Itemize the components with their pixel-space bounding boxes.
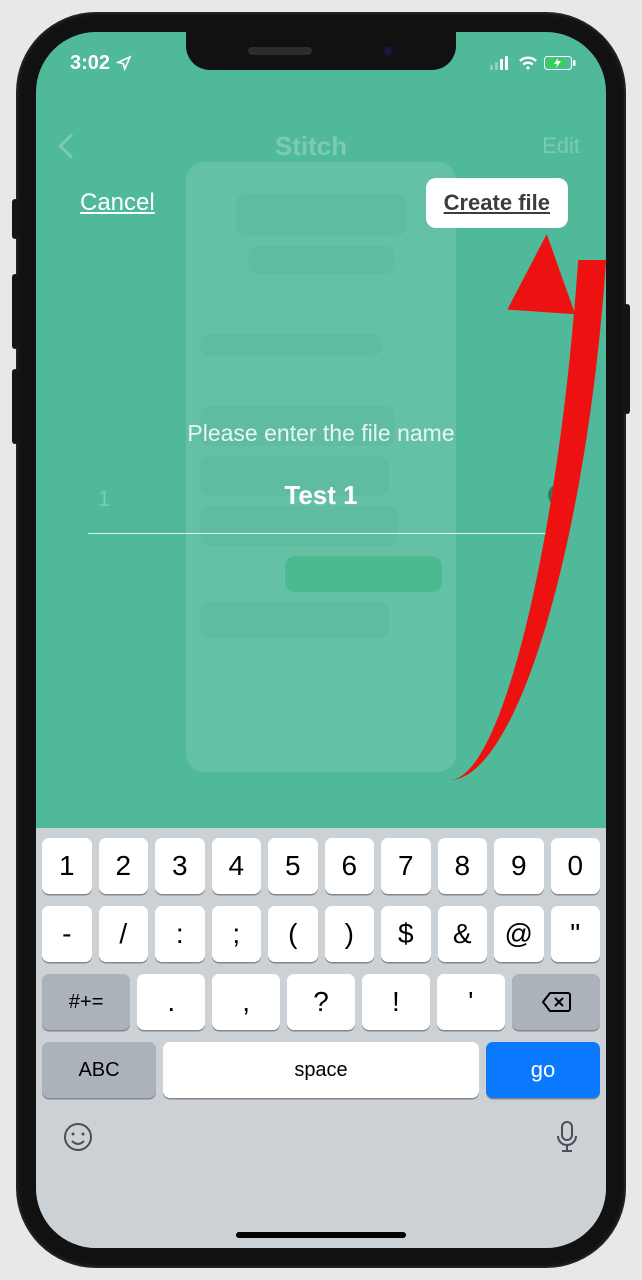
close-icon: ✕: [553, 488, 565, 502]
emoji-icon: [62, 1121, 94, 1153]
key-5[interactable]: 5: [268, 838, 318, 894]
key-dash[interactable]: -: [42, 906, 92, 962]
volume-down-button: [12, 369, 18, 444]
background-title: Stitch: [275, 131, 347, 162]
keyboard-row-3: #+= . , ? ! ': [42, 974, 600, 1030]
phone-frame: 3:02 Stitch Edit: [18, 14, 624, 1266]
keyboard-bottom-bar: [42, 1110, 600, 1157]
key-rparen[interactable]: ): [325, 906, 375, 962]
key-semicolon[interactable]: ;: [212, 906, 262, 962]
emoji-button[interactable]: [62, 1121, 94, 1156]
volume-up-button: [12, 274, 18, 349]
key-0[interactable]: 0: [551, 838, 601, 894]
key-7[interactable]: 7: [381, 838, 431, 894]
cellular-signal-icon: [490, 56, 512, 70]
back-chevron-icon: [58, 133, 83, 158]
key-6[interactable]: 6: [325, 838, 375, 894]
annotation-arrow-head: [507, 232, 580, 315]
key-colon[interactable]: :: [155, 906, 205, 962]
speaker-grill: [248, 47, 312, 55]
key-exclaim[interactable]: !: [362, 974, 430, 1030]
background-edit: Edit: [542, 133, 580, 159]
key-amp[interactable]: &: [438, 906, 488, 962]
mute-switch: [12, 199, 18, 239]
key-dollar[interactable]: $: [381, 906, 431, 962]
modal-top-bar: Cancel Create file: [36, 178, 606, 228]
wifi-icon: [518, 56, 538, 70]
key-apostrophe[interactable]: ': [437, 974, 505, 1030]
keyboard: 1 2 3 4 5 6 7 8 9 0 - / : ; ( ) $ & @: [36, 828, 606, 1248]
power-button: [624, 304, 630, 414]
dictation-button[interactable]: [554, 1120, 580, 1157]
keyboard-row-4: ABC space go: [42, 1042, 600, 1098]
background-nav: Stitch Edit: [36, 116, 606, 176]
key-2[interactable]: 2: [99, 838, 149, 894]
key-8[interactable]: 8: [438, 838, 488, 894]
location-arrow-icon: [116, 55, 132, 71]
key-1[interactable]: 1: [42, 838, 92, 894]
key-at[interactable]: @: [494, 906, 544, 962]
cancel-button[interactable]: Cancel: [80, 189, 155, 217]
key-3[interactable]: 3: [155, 838, 205, 894]
create-file-button[interactable]: Create file: [426, 178, 568, 228]
notch: [186, 32, 456, 70]
background-preview: [186, 162, 456, 772]
filename-input-wrap: ✕: [88, 470, 554, 534]
filename-input[interactable]: [88, 470, 554, 534]
key-backspace[interactable]: [512, 974, 600, 1030]
key-space[interactable]: space: [163, 1042, 479, 1098]
microphone-icon: [554, 1120, 580, 1154]
home-indicator[interactable]: [236, 1232, 406, 1238]
key-quote[interactable]: ": [551, 906, 601, 962]
clear-input-button[interactable]: ✕: [548, 484, 570, 506]
status-time: 3:02: [70, 52, 110, 75]
key-question[interactable]: ?: [287, 974, 355, 1030]
battery-charging-icon: [544, 56, 576, 70]
key-slash[interactable]: /: [99, 906, 149, 962]
backspace-icon: [541, 990, 571, 1014]
key-9[interactable]: 9: [494, 838, 544, 894]
key-lparen[interactable]: (: [268, 906, 318, 962]
key-comma[interactable]: ,: [212, 974, 280, 1030]
key-symbols-switch[interactable]: #+=: [42, 974, 130, 1030]
keyboard-row-2: - / : ; ( ) $ & @ ": [42, 906, 600, 962]
key-period[interactable]: .: [137, 974, 205, 1030]
front-camera: [382, 45, 394, 57]
keyboard-row-1: 1 2 3 4 5 6 7 8 9 0: [42, 838, 600, 894]
screen: 3:02 Stitch Edit: [36, 32, 606, 1248]
key-go[interactable]: go: [486, 1042, 600, 1098]
key-4[interactable]: 4: [212, 838, 262, 894]
filename-prompt: Please enter the file name: [36, 420, 606, 447]
key-abc[interactable]: ABC: [42, 1042, 156, 1098]
